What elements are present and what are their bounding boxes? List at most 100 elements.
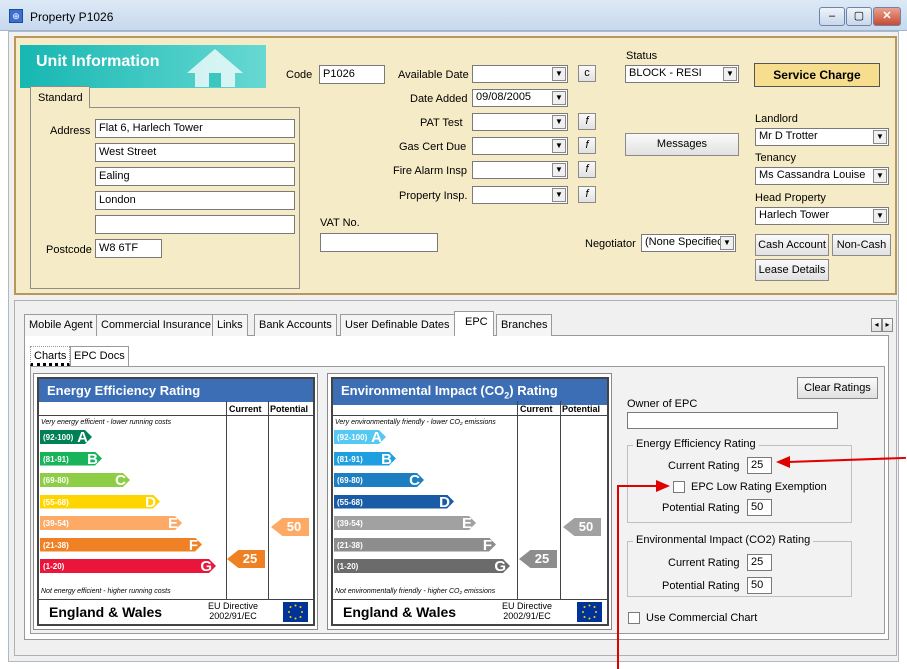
ei-current-field[interactable]: 25 xyxy=(747,554,772,571)
environment-potential-header: Potential xyxy=(562,404,601,414)
ei-potential-field[interactable]: 50 xyxy=(747,577,772,594)
chevron-down-icon: ▼ xyxy=(552,67,566,81)
environment-band-c: (69-80) C xyxy=(334,473,424,487)
clear-date-button[interactable]: c xyxy=(578,65,596,82)
tab-standard[interactable]: Standard xyxy=(30,86,90,108)
address-line-3[interactable]: Ealing xyxy=(95,167,295,186)
ee-current-label: Current Rating xyxy=(668,460,740,472)
subtab-epc-docs[interactable]: EPC Docs xyxy=(70,346,129,366)
environment-band-a: (92-100) A xyxy=(334,430,386,444)
minimize-button[interactable]: – xyxy=(819,7,845,26)
scroll-left-button[interactable]: ◂ xyxy=(871,318,882,332)
energy-band-e: (39-54) E xyxy=(40,516,182,530)
environment-band-range: (21-38) xyxy=(337,540,363,550)
pat-test-picker[interactable]: ▼ xyxy=(472,113,568,131)
gas-cert-button[interactable]: f xyxy=(578,137,596,154)
energy-band-range: (21-38) xyxy=(43,540,69,550)
chevron-down-icon: ▼ xyxy=(873,169,887,183)
ee-current-field[interactable]: 25 xyxy=(747,457,772,474)
energy-directive: EU Directive 2002/91/EC xyxy=(208,601,259,621)
energy-group-title: Energy Efficiency Rating xyxy=(633,438,759,450)
maximize-button[interactable]: ▢ xyxy=(846,7,872,26)
date-added-picker[interactable]: 09/08/2005 ▼ xyxy=(472,89,568,107)
tab-mobile-agent[interactable]: Mobile Agent xyxy=(24,314,98,336)
environment-footer-divider xyxy=(333,599,607,600)
eu-flag-icon xyxy=(577,602,602,622)
landlord-select[interactable]: Mr D Trotter ▼ xyxy=(755,128,889,146)
energy-band-g: (1-20) G xyxy=(40,559,216,573)
code-field[interactable]: P1026 xyxy=(319,65,385,84)
head-property-select[interactable]: Harlech Tower ▼ xyxy=(755,207,889,225)
available-date-picker[interactable]: ▼ xyxy=(472,65,568,83)
negotiator-select[interactable]: (None Specifiec ▼ xyxy=(641,234,736,252)
environment-band-g: (1-20) G xyxy=(334,559,510,573)
property-insp-picker[interactable]: ▼ xyxy=(472,186,568,204)
title-bar xyxy=(0,0,907,31)
environment-band-range: (1-20) xyxy=(337,562,359,571)
annotation-arrowhead-icon xyxy=(776,456,790,468)
subtab-charts[interactable]: Charts xyxy=(30,346,71,366)
ee-potential-field[interactable]: 50 xyxy=(747,499,772,516)
commercial-chart-label: Use Commercial Chart xyxy=(646,612,758,624)
address-line-2[interactable]: West Street xyxy=(95,143,295,162)
annotation-arrowhead-icon xyxy=(656,480,670,492)
clear-ratings-button[interactable]: Clear Ratings xyxy=(797,377,878,399)
energy-current-value: 25 xyxy=(242,551,258,566)
property-insp-button[interactable]: f xyxy=(578,186,596,203)
service-charge-button[interactable]: Service Charge xyxy=(754,63,880,87)
environment-band-range: (69-80) xyxy=(337,476,363,485)
app-icon: ⊕ xyxy=(9,9,23,23)
cash-account-button[interactable]: Cash Account xyxy=(755,234,829,256)
scroll-right-button[interactable]: ▸ xyxy=(882,318,893,332)
tab-links[interactable]: Links xyxy=(212,314,248,336)
address-line-1[interactable]: Flat 6, Harlech Tower xyxy=(95,119,295,138)
messages-button[interactable]: Messages xyxy=(625,133,739,156)
exemption-checkbox[interactable] xyxy=(673,481,685,493)
address-line-4[interactable]: London xyxy=(95,191,295,210)
commercial-chart-checkbox[interactable] xyxy=(628,612,640,624)
close-button[interactable]: ✕ xyxy=(873,7,901,26)
property-insp-label: Property Insp. xyxy=(399,190,468,202)
fire-alarm-picker[interactable]: ▼ xyxy=(472,161,568,179)
energy-col-divider xyxy=(226,401,227,599)
status-select[interactable]: BLOCK - RESI ▼ xyxy=(625,65,739,83)
pat-test-label: PAT Test xyxy=(420,117,463,129)
postcode-field[interactable]: W8 6TF xyxy=(95,239,162,258)
environment-col-divider xyxy=(560,401,561,599)
environment-top-note: Very environmentally friendly - lower CO… xyxy=(335,419,496,426)
fire-alarm-button[interactable]: f xyxy=(578,161,596,178)
tab-branches[interactable]: Branches xyxy=(496,314,553,336)
ee-potential-label: Potential Rating xyxy=(662,502,740,514)
tab-commercial-insurance[interactable]: Commercial Insurance xyxy=(96,314,217,336)
vat-field[interactable] xyxy=(320,233,438,252)
chevron-down-icon: ▼ xyxy=(552,91,566,105)
environment-band-d: (55-68) D xyxy=(334,495,454,509)
energy-footer-divider xyxy=(39,599,313,600)
tab-user-definable-dates[interactable]: User Definable Dates xyxy=(340,314,455,336)
chevron-down-icon: ▼ xyxy=(552,188,566,202)
owner-field[interactable] xyxy=(627,412,838,429)
chevron-down-icon: ▼ xyxy=(552,115,566,129)
energy-potential-header: Potential xyxy=(270,404,309,414)
ei-potential-label: Potential Rating xyxy=(662,580,740,592)
environment-band-b: (81-91) B xyxy=(334,452,396,466)
environment-col-divider xyxy=(517,401,518,599)
tab-epc[interactable]: EPC xyxy=(454,311,494,336)
energy-band-range: (1-20) xyxy=(43,562,65,571)
tab-bank-accounts[interactable]: Bank Accounts xyxy=(254,314,337,336)
pat-test-button[interactable]: f xyxy=(578,113,596,130)
gas-cert-picker[interactable]: ▼ xyxy=(472,137,568,155)
energy-col-divider xyxy=(268,401,269,599)
annotation-line xyxy=(617,485,659,487)
house-icon xyxy=(187,49,243,87)
chevron-down-icon: ▼ xyxy=(723,67,737,81)
lease-details-button[interactable]: Lease Details xyxy=(755,259,829,281)
environment-directive: EU Directive 2002/91/EC xyxy=(502,601,553,621)
tenancy-select[interactable]: Ms Cassandra Louise ▼ xyxy=(755,167,889,185)
head-property-label: Head Property xyxy=(755,192,826,204)
energy-band-b: (81-91) B xyxy=(40,452,102,466)
environment-band-range: (55-68) xyxy=(337,497,363,507)
address-line-5[interactable] xyxy=(95,215,295,234)
energy-band-c: (69-80) C xyxy=(40,473,130,487)
non-cash-button[interactable]: Non-Cash xyxy=(832,234,891,256)
